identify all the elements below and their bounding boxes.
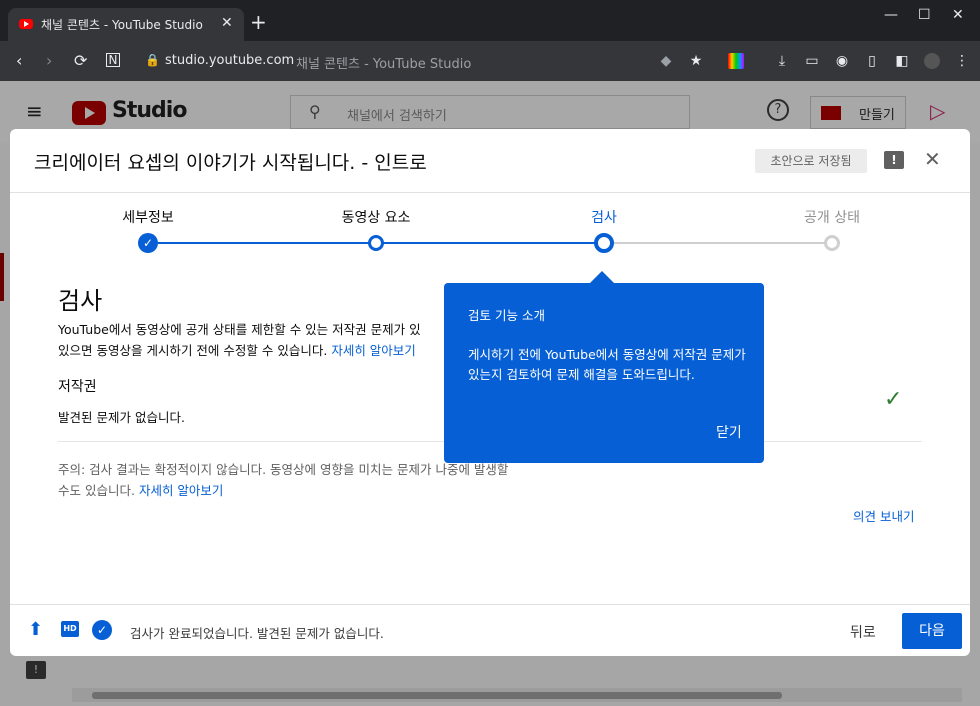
note-line1: 주의: 검사 결과는 확정적이지 않습니다. 동영상에 영향을 미치는 문제가 … [58, 462, 509, 477]
stepper-remaining-line [604, 242, 832, 244]
address-bar: ‹ › ⟳ N 🔒 studio.youtube.com 채널 콘텐츠 - Yo… [0, 41, 980, 81]
note-line2: 수도 있습니다. 자세히 알아보기 [58, 483, 224, 498]
studio-logo-text: Studio [112, 98, 187, 123]
notion-extension-icon[interactable]: N [106, 53, 120, 67]
camera-icon[interactable]: ◉ [834, 53, 850, 69]
tooltip-body: 게시하기 전에 YouTube에서 동영상에 저작권 문제가 있는지 검토하여 … [468, 347, 746, 382]
draft-saved-badge: 초안으로 저장됨 [755, 149, 867, 173]
sidebar-active-indicator [0, 253, 4, 301]
note-learn-more-link[interactable]: 자세히 알아보기 [139, 483, 223, 498]
intro-text-line2: 있으면 동영상을 게시하기 전에 수정할 수 있습니다. 자세히 알아보기 [58, 343, 416, 358]
profile-avatar[interactable] [924, 53, 940, 69]
tooltip-arrow [590, 271, 614, 283]
window-close-icon[interactable]: ✕ [952, 7, 964, 23]
create-label: 만들기 [859, 108, 895, 123]
upload-dialog: 크리에이터 요셉의 이야기가 시작됩니다. - 인트로 초안으로 저장됨 ! ✕… [10, 129, 970, 656]
search-input[interactable]: ⚲ 채널에서 검색하기 [290, 95, 690, 129]
side-panel-icon[interactable]: ◧ [894, 53, 910, 69]
hd-icon: HD [61, 621, 79, 637]
step-details[interactable]: 세부정보 [122, 207, 174, 227]
reader-icon[interactable]: ▯ [864, 53, 880, 69]
step-visibility-dot[interactable] [824, 235, 840, 251]
shield-icon[interactable]: ◆ [658, 53, 674, 69]
back-arrow-icon[interactable]: ‹ [16, 51, 22, 70]
hamburger-menu-icon[interactable]: ≡ [26, 99, 43, 123]
horizontal-scrollbar[interactable] [72, 688, 962, 702]
footer-divider [10, 604, 970, 605]
download-icon[interactable]: ⤓ [774, 53, 790, 69]
browser-tab[interactable]: 채널 콘텐츠 - YouTube Studio ✕ [8, 8, 244, 41]
step-details-check-icon[interactable]: ✓ [138, 233, 158, 253]
step-checks-dot[interactable] [594, 233, 614, 253]
youtube-favicon-icon [19, 19, 33, 29]
copyright-title: 저작권 [58, 379, 97, 395]
step-video-elements[interactable]: 동영상 요소 [342, 207, 411, 227]
forward-arrow-icon[interactable]: › [46, 51, 52, 70]
search-icon: ⚲ [309, 102, 321, 121]
tab-title: 채널 콘텐츠 - YouTube Studio [41, 18, 203, 32]
checks-complete-icon: ✓ [92, 620, 112, 640]
step-visibility[interactable]: 공개 상태 [804, 207, 860, 227]
feedback-icon[interactable]: ! [26, 661, 46, 679]
minimize-icon[interactable]: — [884, 7, 898, 23]
report-issue-icon[interactable]: ! [884, 151, 904, 169]
upload-icon: ⬆ [28, 619, 44, 640]
help-icon[interactable]: ? [767, 99, 789, 121]
copyright-status: 발견된 문제가 없습니다. [58, 410, 185, 425]
bookmark-star-icon[interactable]: ★ [688, 53, 704, 69]
send-feedback-link[interactable]: 의견 보내기 [853, 506, 914, 525]
header-divider [10, 192, 970, 193]
scrollbar-thumb[interactable] [92, 692, 782, 699]
new-tab-icon[interactable]: + [250, 12, 267, 32]
tooltip-close-button[interactable]: 닫기 [716, 422, 742, 442]
tab-close-icon[interactable]: ✕ [221, 15, 233, 31]
url-page-title[interactable]: 채널 콘텐츠 - YouTube Studio [296, 53, 471, 72]
reload-icon[interactable]: ⟳ [74, 51, 87, 70]
color-extension-icon[interactable] [728, 53, 744, 69]
intro-text-line1: YouTube에서 동영상에 공개 상태를 제한할 수 있는 저작권 문제가 있 [58, 322, 421, 337]
learn-more-link[interactable]: 자세히 알아보기 [331, 343, 415, 358]
tooltip-title: 검토 기능 소개 [468, 308, 545, 323]
next-button[interactable]: 다음 [902, 613, 962, 649]
lock-icon: 🔒 [145, 53, 160, 67]
create-video-icon [821, 106, 841, 120]
video-capture-icon[interactable]: ▭ [804, 53, 820, 69]
dialog-title: 크리에이터 요셉의 이야기가 시작됩니다. - 인트로 [34, 152, 427, 174]
dialog-close-icon[interactable]: ✕ [924, 147, 941, 171]
checks-intro-tooltip: 검토 기능 소개 게시하기 전에 YouTube에서 동영상에 저작권 문제가 … [444, 283, 764, 463]
browser-tab-bar: 채널 콘텐츠 - YouTube Studio ✕ + — ☐ ✕ [0, 0, 980, 41]
studio-menu-icon[interactable]: ▷ [930, 99, 945, 123]
back-button[interactable]: 뒤로 [850, 622, 876, 642]
youtube-logo-icon[interactable] [72, 101, 106, 125]
maximize-icon[interactable]: ☐ [918, 7, 931, 23]
step-video-elements-dot[interactable] [368, 235, 384, 251]
copyright-check-icon: ✓ [884, 387, 903, 412]
footer-status-text: 검사가 완료되었습니다. 발견된 문제가 없습니다. [130, 626, 384, 641]
section-title: 검사 [58, 287, 103, 315]
url-host[interactable]: studio.youtube.com [165, 53, 294, 68]
step-checks[interactable]: 검사 [591, 207, 617, 227]
browser-menu-icon[interactable]: ⋮ [954, 53, 970, 69]
create-button[interactable]: 만들기 [810, 96, 906, 129]
search-placeholder: 채널에서 검색하기 [347, 109, 447, 124]
